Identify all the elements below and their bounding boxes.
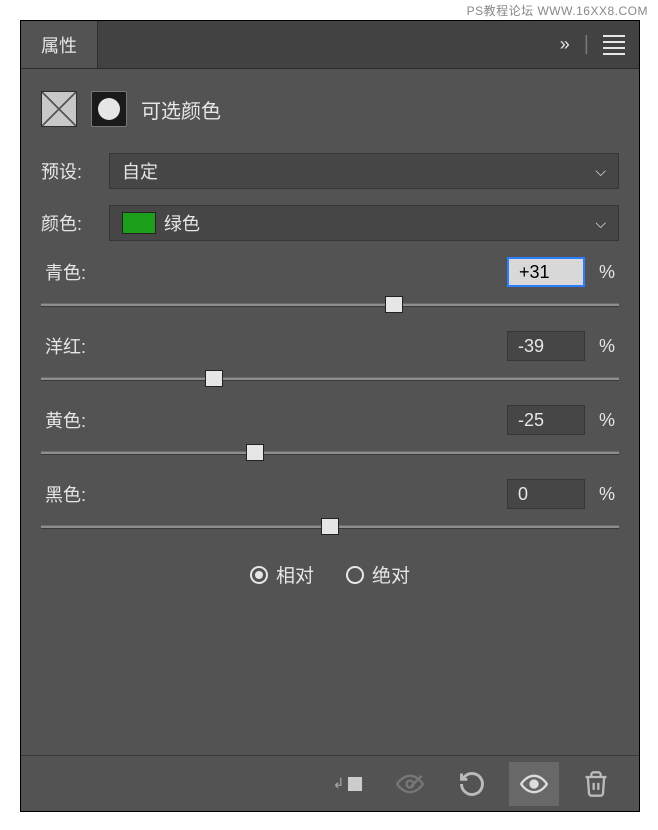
collapse-icon[interactable]: » [560, 34, 570, 55]
properties-tab[interactable]: 属性 [21, 21, 98, 68]
method-radios: 相对 绝对 [41, 561, 619, 588]
black-input[interactable]: 0 [507, 479, 585, 509]
panel-content: 可选颜色 预设: 自定 ⌵ 颜色: 绿色 ⌵ 青色: +31 [21, 69, 639, 755]
color-label: 颜色: [41, 210, 97, 236]
cyan-input[interactable]: +31 [507, 257, 585, 287]
cyan-slider-block: 青色: +31 % [41, 257, 619, 321]
separator: | [584, 33, 589, 56]
toggle-visibility-button[interactable] [509, 762, 559, 806]
yellow-slider-thumb[interactable] [246, 444, 264, 461]
tabbar-controls: » | [546, 21, 639, 68]
magenta-label: 洋红: [45, 333, 123, 359]
selective-color-icon[interactable] [41, 91, 77, 127]
delete-button[interactable] [571, 762, 621, 806]
cyan-label: 青色: [45, 259, 123, 285]
preset-label: 预设: [41, 158, 97, 184]
black-slider-block: 黑色: 0 % [41, 479, 619, 543]
absolute-label: 绝对 [372, 561, 410, 588]
color-swatch [122, 212, 156, 234]
color-value: 绿色 [164, 210, 200, 236]
clip-to-layer-button[interactable]: ↲ [323, 762, 373, 806]
view-previous-button[interactable] [385, 762, 435, 806]
radio-icon [250, 566, 268, 584]
relative-radio[interactable]: 相对 [250, 561, 314, 588]
chevron-down-icon: ⌵ [595, 163, 606, 180]
preset-value: 自定 [122, 158, 158, 184]
sliders-area: 青色: +31 % 洋红: -39 % [41, 257, 619, 543]
adjustment-title: 可选颜色 [141, 95, 221, 124]
tabbar-spacer [98, 21, 546, 68]
panel-tabbar: 属性 » | [21, 21, 639, 69]
properties-panel: 属性 » | 可选颜色 预设: 自定 ⌵ 颜色: 绿色 ⌵ [20, 20, 640, 812]
percent-sign: % [599, 410, 615, 431]
panel-menu-icon[interactable] [603, 35, 625, 55]
percent-sign: % [599, 336, 615, 357]
cyan-slider-thumb[interactable] [385, 296, 403, 313]
black-label: 黑色: [45, 481, 123, 507]
yellow-slider-block: 黄色: -25 % [41, 405, 619, 469]
magenta-slider-block: 洋红: -39 % [41, 331, 619, 395]
absolute-radio[interactable]: 绝对 [346, 561, 410, 588]
radio-icon [346, 566, 364, 584]
preset-row: 预设: 自定 ⌵ [41, 153, 619, 189]
percent-sign: % [599, 262, 615, 283]
magenta-slider-thumb[interactable] [205, 370, 223, 387]
magenta-slider-track[interactable] [41, 371, 619, 395]
chevron-down-icon: ⌵ [595, 215, 606, 232]
color-dropdown[interactable]: 绿色 ⌵ [109, 205, 619, 241]
yellow-input[interactable]: -25 [507, 405, 585, 435]
relative-label: 相对 [276, 561, 314, 588]
watermark-text: PS教程论坛 WWW.16XX8.COM [467, 2, 648, 19]
color-row: 颜色: 绿色 ⌵ [41, 205, 619, 241]
yellow-slider-track[interactable] [41, 445, 619, 469]
panel-footer: ↲ [21, 755, 639, 811]
percent-sign: % [599, 484, 615, 505]
reset-button[interactable] [447, 762, 497, 806]
adjustment-header: 可选颜色 [41, 91, 619, 127]
black-slider-thumb[interactable] [321, 518, 339, 535]
yellow-label: 黄色: [45, 407, 123, 433]
layer-mask-icon[interactable] [91, 91, 127, 127]
preset-dropdown[interactable]: 自定 ⌵ [109, 153, 619, 189]
black-slider-track[interactable] [41, 519, 619, 543]
magenta-input[interactable]: -39 [507, 331, 585, 361]
cyan-slider-track[interactable] [41, 297, 619, 321]
